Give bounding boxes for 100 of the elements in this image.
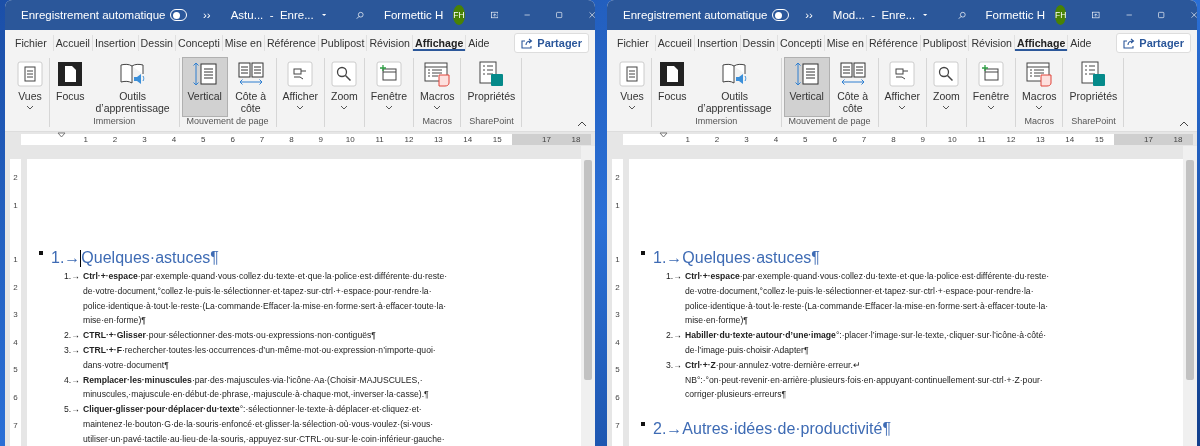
group-label: SharePoint	[469, 116, 514, 127]
ribbon-button[interactable]: Macros	[1019, 58, 1060, 116]
ribbon-display-icon[interactable]	[1092, 9, 1100, 21]
document-title[interactable]: Astu... - Enre...	[230, 9, 314, 21]
menu-tab[interactable]: Fichier	[13, 35, 49, 51]
close-icon[interactable]	[588, 9, 595, 21]
ribbon-button[interactable]: Côte à côte	[830, 58, 875, 116]
maximize-icon[interactable]	[556, 9, 563, 21]
user-name[interactable]: Formettic H	[985, 9, 1045, 21]
ribbon-button[interactable]: Propriétés	[1066, 58, 1121, 116]
more-commands-button[interactable]: ››	[805, 9, 813, 21]
heading: Quelques·astuces¶	[682, 249, 820, 267]
paragraph-marker-icon	[39, 251, 43, 255]
heading: Quelques·astuces¶	[81, 249, 219, 267]
scrollbar-thumb[interactable]	[584, 160, 592, 380]
ruler-number: 7	[13, 419, 18, 432]
ribbon-button[interactable]: Focus	[655, 58, 690, 116]
ribbon-button[interactable]: Propriétés	[464, 58, 519, 116]
ribbon-button[interactable]: Vues	[14, 58, 46, 127]
properties-icon	[1080, 61, 1107, 87]
ribbon-button[interactable]: Zoom	[328, 58, 361, 127]
menu-tab[interactable]: Accueil	[654, 35, 694, 51]
ribbon-display-icon[interactable]	[490, 9, 499, 21]
focus-icon	[659, 61, 686, 87]
menu-tab[interactable]: Aide	[1067, 35, 1094, 51]
menu-tab[interactable]: Publipost	[317, 35, 367, 51]
menu-tab[interactable]: Dessin	[137, 35, 175, 51]
menu-tab[interactable]: Révision	[968, 35, 1014, 51]
list-number: 3.→	[666, 358, 683, 372]
user-name[interactable]: Formettic H	[383, 9, 444, 21]
ribbon-button[interactable]: Fenêtre	[969, 58, 1013, 127]
more-commands-button[interactable]: ››	[203, 9, 211, 21]
ruler-number: 14	[1064, 134, 1076, 144]
properties-icon	[478, 61, 505, 87]
ribbon-button[interactable]: Afficher	[881, 58, 923, 127]
close-icon[interactable]	[1190, 9, 1197, 21]
menu-tab[interactable]: Affichage	[412, 35, 466, 51]
ribbon-button[interactable]: Outils d’apprentissage	[691, 58, 778, 116]
maximize-icon[interactable]	[1158, 9, 1165, 21]
menu-tab[interactable]: Concepti	[175, 35, 222, 51]
list-item-text: Remplacer·les·minuscules·par·des·majuscules·via·l’icône·Aa·(Choisir·MAJUSCULES,· minuscules,·majuscule·en·début·de·phrase,·majuscule·à·chaque·mot,·inverser·la·casse).¶	[83, 373, 429, 402]
ruler-number: 1	[13, 199, 18, 212]
ruler-number: 3	[13, 309, 18, 322]
group-label: SharePoint	[1071, 116, 1116, 127]
ruler-number: 6	[229, 134, 236, 144]
menu-tab[interactable]: Affichage	[1014, 35, 1068, 51]
scrollbar[interactable]	[581, 146, 595, 446]
menu-tab[interactable]: Référence	[865, 35, 920, 51]
scrollbar-thumb[interactable]	[1186, 160, 1194, 380]
ruler-number: 7	[258, 134, 266, 144]
ruler-number: 3	[615, 309, 620, 322]
list-item-text: CTRL·+·F·rechercher·toutes·les·occurrences·d’un·même·mot·ou·expression·n’importe·quoi· dans·votre·document¶	[83, 344, 436, 372]
menu-tab[interactable]: Révision	[366, 35, 412, 51]
list-number: 1.→	[666, 270, 683, 283]
ruler-number: 1	[82, 134, 89, 144]
vertical-scroll-icon	[191, 61, 218, 87]
chevron-down-icon	[296, 105, 305, 111]
document-title[interactable]: Mod... - Enre...	[832, 9, 916, 21]
avatar[interactable]: FH	[453, 5, 465, 25]
share-button[interactable]: Partager	[1116, 33, 1191, 53]
scrollbar[interactable]	[1183, 146, 1197, 446]
collapse-ribbon-icon[interactable]	[1179, 121, 1189, 127]
share-button[interactable]: Partager	[514, 33, 589, 53]
collapse-ribbon-icon[interactable]	[577, 121, 587, 127]
show-icon	[287, 61, 314, 87]
ribbon-button[interactable]: Focus	[53, 58, 88, 116]
menu-tab[interactable]: Insertion	[91, 35, 138, 51]
menu-tab[interactable]: Mise en	[221, 35, 264, 51]
menu-tab[interactable]: Aide	[465, 35, 492, 51]
ribbon-button[interactable]: Zoom	[930, 58, 963, 127]
menu-tab[interactable]: Accueil	[52, 35, 92, 51]
document-icon	[619, 61, 645, 87]
ruler-number: 2	[13, 281, 18, 294]
menu-tab[interactable]: Fichier	[615, 35, 651, 51]
menu-tab[interactable]: Dessin	[739, 35, 777, 51]
ribbon-button[interactable]: Vertical	[182, 58, 227, 116]
ribbon-button[interactable]: Afficher	[279, 58, 321, 127]
ruler-number: 6	[615, 391, 620, 404]
ruler-number: 3	[743, 134, 750, 144]
heading-number: 1.→	[51, 249, 81, 267]
ribbon-button[interactable]: Outils d’apprentissage	[89, 58, 176, 116]
avatar[interactable]: FH	[1054, 5, 1067, 25]
ribbon-button[interactable]: Vues	[616, 58, 648, 127]
caret-icon[interactable]	[923, 12, 928, 18]
macros-icon	[1026, 61, 1053, 87]
ribbon-button[interactable]: Macros	[417, 58, 458, 116]
menu-tab[interactable]: Concepti	[777, 35, 824, 51]
menu-tab[interactable]: Publipost	[919, 35, 969, 51]
group-label: Mouvement de page	[186, 116, 269, 127]
ribbon-button[interactable]: Vertical	[784, 58, 829, 116]
ribbon-button[interactable]: Côte à côte	[228, 58, 273, 116]
ruler-number: 13	[1034, 134, 1046, 144]
ribbon-button[interactable]: Fenêtre	[367, 58, 411, 127]
menu-tab[interactable]: Mise en	[823, 35, 866, 51]
ruler-number: 2	[615, 281, 620, 294]
menu-tab[interactable]: Référence	[263, 35, 318, 51]
caret-icon[interactable]	[321, 12, 326, 18]
list-item-text: CTRL·+·Glisser·pour·sélectionner·des·mots·ou·expressions·non·contiguës¶	[83, 329, 376, 343]
ruler-number: 4	[772, 134, 780, 144]
menu-tab[interactable]: Insertion	[693, 35, 740, 51]
